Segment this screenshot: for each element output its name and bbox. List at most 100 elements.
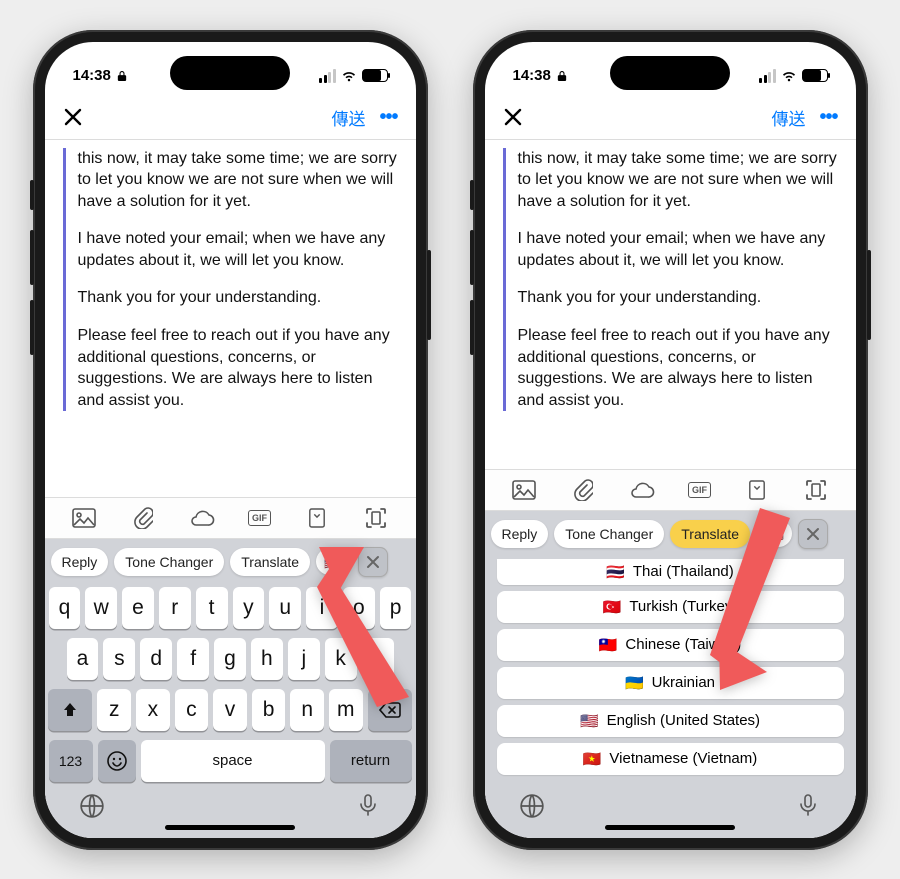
key[interactable]: t bbox=[196, 587, 228, 629]
photo-icon[interactable] bbox=[511, 479, 537, 501]
phone-left: 14:38 傳送 ••• bbox=[33, 30, 428, 850]
backspace-key[interactable] bbox=[368, 689, 412, 731]
status-time: 14:38 bbox=[73, 67, 111, 84]
mic-icon[interactable] bbox=[796, 793, 822, 819]
signal-icon bbox=[319, 69, 336, 83]
key[interactable]: h bbox=[251, 638, 283, 680]
compose-area[interactable]: this now, it may take some time; we are … bbox=[45, 140, 416, 497]
chip-reply[interactable]: Reply bbox=[491, 520, 549, 548]
num-key[interactable]: 123 bbox=[49, 740, 93, 782]
chip-flag[interactable]: 🇺🇸 bbox=[316, 548, 352, 575]
key[interactable]: n bbox=[290, 689, 324, 731]
lang-item-turkish[interactable]: 🇹🇷 Turkish (Turkey) bbox=[497, 591, 844, 623]
key[interactable]: x bbox=[136, 689, 170, 731]
key[interactable]: w bbox=[85, 587, 117, 629]
return-key[interactable]: return bbox=[330, 740, 412, 782]
scan-icon[interactable] bbox=[803, 479, 829, 501]
key[interactable]: p bbox=[380, 587, 412, 629]
more-button[interactable]: ••• bbox=[379, 106, 397, 129]
key[interactable]: s bbox=[103, 638, 135, 680]
key[interactable]: z bbox=[97, 689, 131, 731]
lang-item-thai[interactable]: 🇹🇭 Thai (Thailand) bbox=[497, 559, 844, 585]
more-button[interactable]: ••• bbox=[819, 106, 837, 129]
key[interactable]: a bbox=[67, 638, 99, 680]
flag-icon: 🇹🇭 bbox=[606, 563, 625, 581]
shift-key[interactable] bbox=[48, 689, 92, 731]
send-button[interactable]: 傳送 bbox=[331, 105, 365, 130]
kb-row1: q w e r t y u i o p bbox=[49, 587, 412, 629]
scan-icon[interactable] bbox=[363, 507, 389, 529]
chip-translate[interactable]: Translate bbox=[670, 520, 750, 548]
key[interactable]: j bbox=[288, 638, 320, 680]
key[interactable]: g bbox=[214, 638, 246, 680]
card-icon[interactable] bbox=[304, 507, 330, 529]
chip-tone[interactable]: Tone Changer bbox=[114, 548, 224, 576]
key[interactable]: l bbox=[362, 638, 394, 680]
dynamic-island bbox=[610, 56, 730, 90]
battery-icon bbox=[362, 69, 388, 82]
key[interactable]: i bbox=[306, 587, 338, 629]
globe-icon[interactable] bbox=[519, 793, 545, 819]
quoted-text: this now, it may take some time; we are … bbox=[63, 148, 398, 412]
key[interactable]: c bbox=[175, 689, 209, 731]
key[interactable]: q bbox=[49, 587, 81, 629]
key[interactable]: b bbox=[252, 689, 286, 731]
keyboard: Reply Tone Changer Translate 🇺🇸 q w e r … bbox=[45, 539, 416, 838]
chip-reply[interactable]: Reply bbox=[51, 548, 109, 576]
close-button[interactable] bbox=[503, 107, 523, 127]
compose-area[interactable]: this now, it may take some time; we are … bbox=[485, 140, 856, 469]
gif-icon[interactable]: GIF bbox=[248, 510, 271, 526]
close-button[interactable] bbox=[63, 107, 83, 127]
flag-icon: 🇹🇼 bbox=[599, 636, 618, 654]
key[interactable]: f bbox=[177, 638, 209, 680]
navbar: 傳送 ••• bbox=[45, 96, 416, 140]
gif-icon[interactable]: GIF bbox=[688, 482, 711, 498]
chip-flag[interactable]: 🇺🇸 bbox=[756, 520, 792, 547]
chip-tone[interactable]: Tone Changer bbox=[554, 520, 664, 548]
emoji-key[interactable] bbox=[98, 740, 136, 782]
card-icon[interactable] bbox=[744, 479, 770, 501]
dynamic-island bbox=[170, 56, 290, 90]
lang-label: Chinese (Taiwan) bbox=[625, 636, 741, 653]
key[interactable]: y bbox=[233, 587, 265, 629]
lang-item-english-us[interactable]: 🇺🇸 English (United States) bbox=[497, 705, 844, 737]
attach-icon[interactable] bbox=[570, 479, 596, 501]
key[interactable]: k bbox=[325, 638, 357, 680]
home-indicator bbox=[165, 825, 295, 830]
lang-label: English (United States) bbox=[607, 712, 760, 729]
photo-icon[interactable] bbox=[71, 507, 97, 529]
home-indicator bbox=[605, 825, 735, 830]
key[interactable]: o bbox=[343, 587, 375, 629]
send-button[interactable]: 傳送 bbox=[771, 105, 805, 130]
quoted-text: this now, it may take some time; we are … bbox=[503, 148, 838, 412]
lang-label: Thai (Thailand) bbox=[633, 563, 734, 580]
flag-icon: 🇻🇳 bbox=[583, 750, 602, 768]
key[interactable]: m bbox=[329, 689, 363, 731]
status-time: 14:38 bbox=[513, 67, 551, 84]
wifi-icon bbox=[341, 70, 357, 82]
lang-label: Turkish (Turkey) bbox=[629, 598, 737, 615]
flag-icon: 🇹🇷 bbox=[603, 598, 622, 616]
cloud-icon[interactable] bbox=[189, 507, 215, 529]
cloud-icon[interactable] bbox=[629, 479, 655, 501]
chip-close[interactable] bbox=[798, 519, 828, 549]
key[interactable]: e bbox=[122, 587, 154, 629]
attach-icon[interactable] bbox=[130, 507, 156, 529]
space-key[interactable]: space bbox=[141, 740, 325, 782]
key[interactable]: r bbox=[159, 587, 191, 629]
key[interactable]: v bbox=[213, 689, 247, 731]
flag-icon: 🇺🇦 bbox=[625, 674, 644, 692]
chip-translate[interactable]: Translate bbox=[230, 548, 310, 576]
lang-item-chinese-tw[interactable]: 🇹🇼 Chinese (Taiwan) bbox=[497, 629, 844, 661]
keyboard: Reply Tone Changer Translate 🇺🇸 🇹🇭 Thai … bbox=[485, 511, 856, 838]
navbar: 傳送 ••• bbox=[485, 96, 856, 140]
battery-icon bbox=[802, 69, 828, 82]
lang-item-ukrainian[interactable]: 🇺🇦 Ukrainian bbox=[497, 667, 844, 699]
key[interactable]: d bbox=[140, 638, 172, 680]
globe-icon[interactable] bbox=[79, 793, 105, 819]
mic-icon[interactable] bbox=[356, 793, 382, 819]
lang-item-vietnamese[interactable]: 🇻🇳 Vietnamese (Vietnam) bbox=[497, 743, 844, 775]
key[interactable]: u bbox=[269, 587, 301, 629]
chip-close[interactable] bbox=[358, 547, 388, 577]
wifi-icon bbox=[781, 70, 797, 82]
